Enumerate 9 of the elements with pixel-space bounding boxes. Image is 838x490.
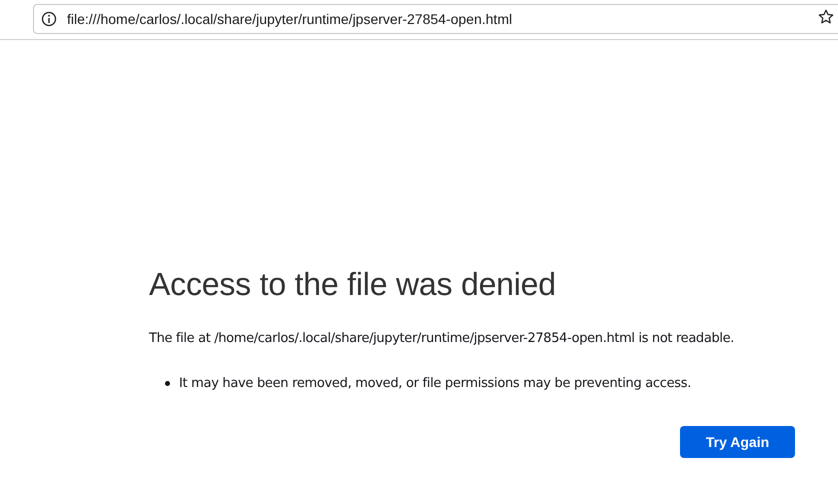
reason-text: It may have been removed, moved, or file permissions may be preventing access.: [179, 376, 692, 391]
star-icon[interactable]: [818, 9, 834, 25]
address-bar[interactable]: file:///home/carlos/.local/share/jupyter/runtime/jpserver-27854-open.html: [33, 4, 838, 34]
url-text: file:///home/carlos/.local/share/jupyter/runtime/jpserver-27854-open.html: [67, 10, 512, 26]
error-title: Access to the file was denied: [149, 266, 557, 303]
info-icon[interactable]: [41, 10, 57, 26]
try-again-button[interactable]: Try Again: [680, 426, 795, 458]
error-message: The file at /home/carlos/.local/share/jupyter/runtime/jpserver-27854-open.html is not readable.: [149, 331, 736, 346]
bullet-icon: [165, 381, 170, 386]
